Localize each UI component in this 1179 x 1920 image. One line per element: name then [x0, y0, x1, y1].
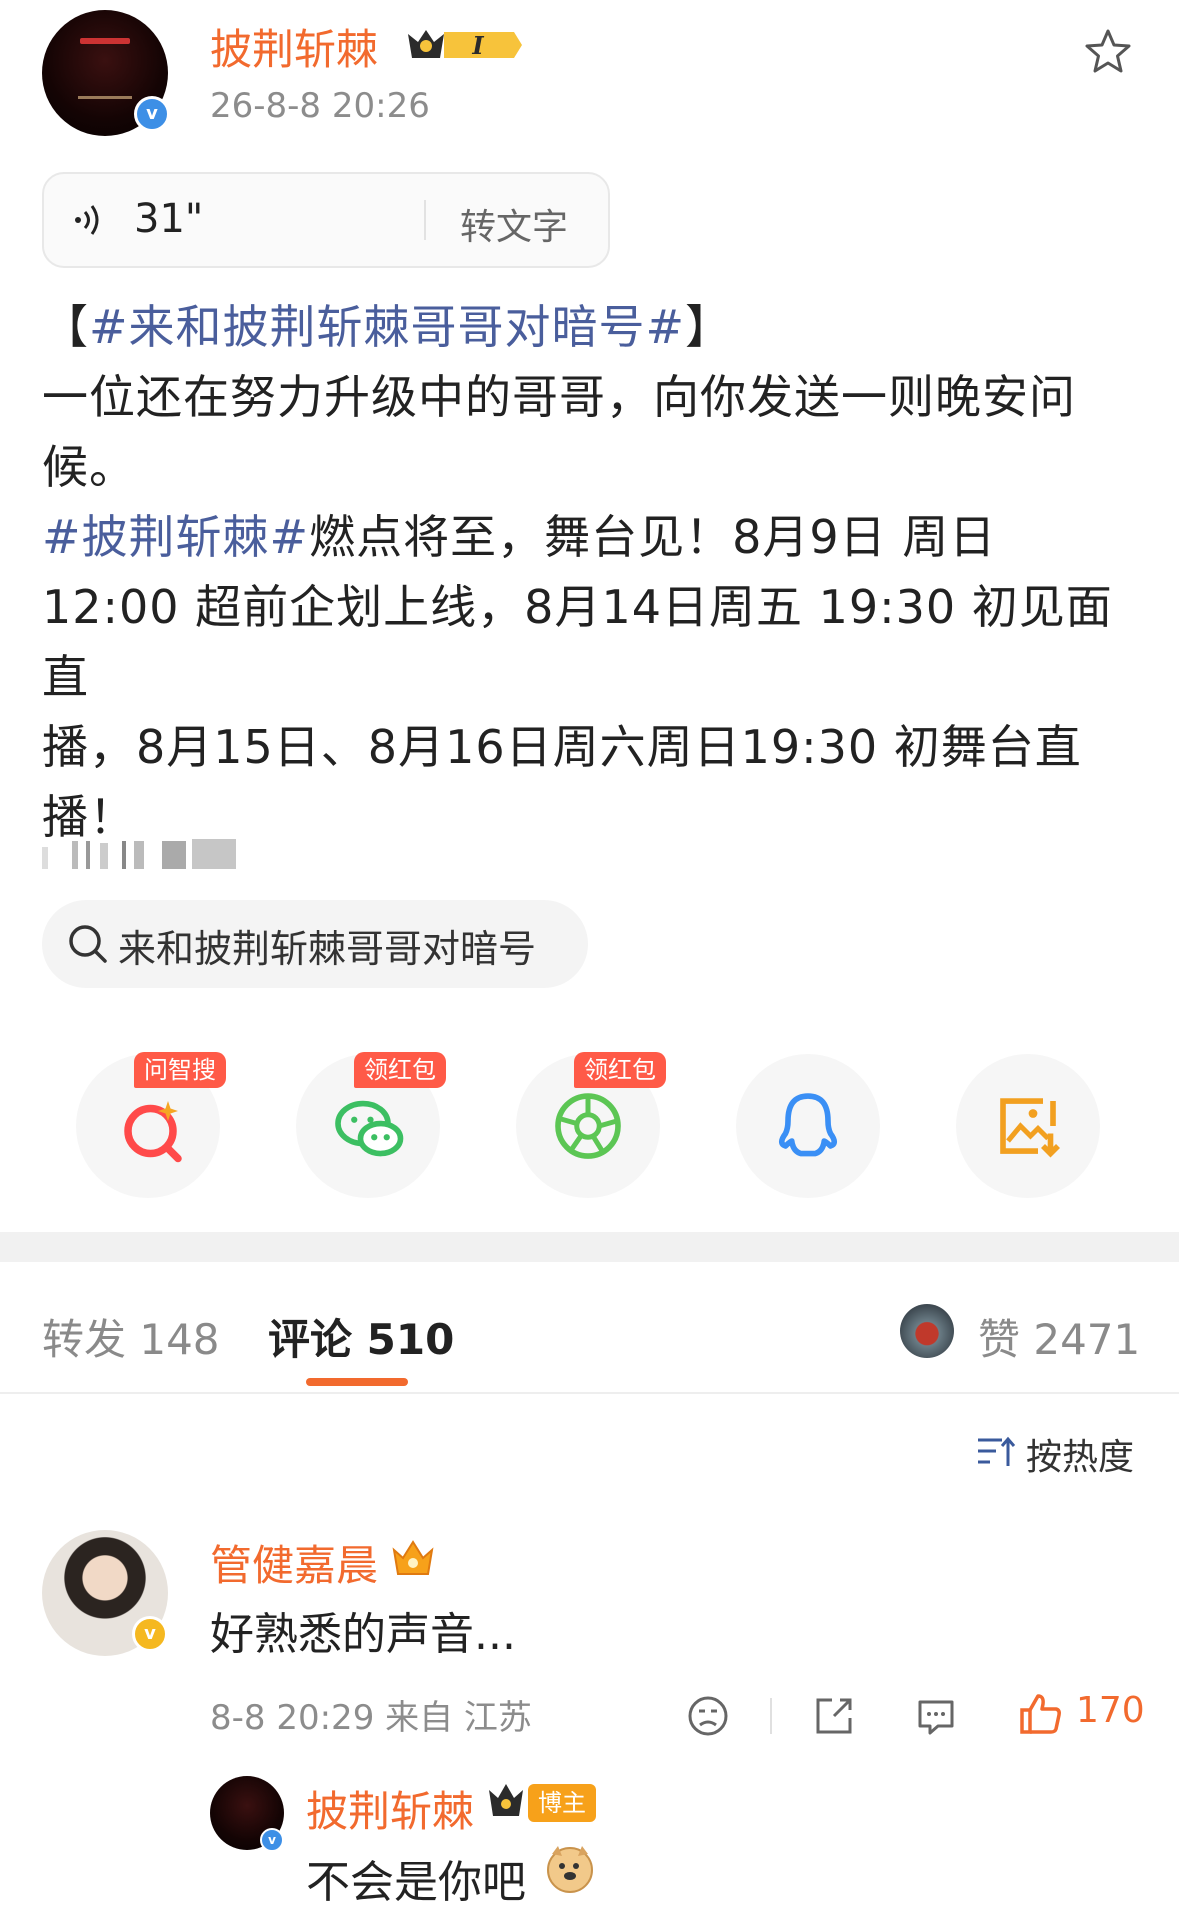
vip-crown-icon [392, 1540, 434, 1575]
reply-text: 不会是你吧 [306, 1857, 526, 1908]
avatar-logo-line [78, 96, 132, 99]
tabs-divider [0, 1392, 1179, 1394]
reply-verified-icon: v [260, 1828, 284, 1852]
verified-icon: v [134, 96, 170, 132]
share-promo-tag: 领红包 [354, 1052, 446, 1088]
moments-icon [555, 1093, 621, 1159]
post-line: #披荆斩棘#燃点将至，舞台见！8月9日 周日 [42, 502, 1142, 572]
post-text-segment: 燃点将至，舞台见！8月9日 周日 [309, 510, 997, 564]
post-text-segment: 候。 [42, 440, 136, 494]
share-promo-tag: 领红包 [574, 1052, 666, 1088]
tab-likes[interactable]: 赞 2471 [978, 1306, 1140, 1367]
convert-to-text-button[interactable]: 转文字 [460, 198, 568, 250]
post-timestamp: 26-8-8 20:26 [210, 86, 430, 126]
topic-chip-label[interactable]: 来和披荆斩棘哥哥对暗号 [118, 918, 536, 973]
post-line: 一位还在努力升级中的哥哥，向你发送一则晚安问 [42, 362, 1142, 432]
qq-icon [778, 1093, 838, 1157]
post-line: 播，8月15日、8月16日周六周日19:30 初舞台直 [42, 712, 1142, 782]
verified-yellow-icon: v [132, 1616, 168, 1652]
svg-text:I: I [471, 31, 484, 60]
post-text-segment: 一位还在努力升级中的哥哥，向你发送一则晚安问 [42, 370, 1076, 424]
blogger-badge: 博主 [528, 1784, 596, 1822]
sort-by-hot-button[interactable]: 按热度 [1026, 1428, 1134, 1480]
comment-icon[interactable] [914, 1694, 958, 1738]
post-text-segment: 播，8月15日、8月16日周六周日19:30 初舞台直 [42, 720, 1082, 774]
dislike-face-icon[interactable] [686, 1694, 730, 1738]
post-text-segment: 】 [685, 300, 733, 354]
search-icon [69, 925, 107, 963]
comment-text: 好熟悉的声音... [210, 1609, 516, 1660]
tab-comments[interactable]: 评论 510 [268, 1306, 454, 1367]
post-text-segment: 12:00 超前企划上线，8月14日周五 19:30 初见面直 [42, 580, 1113, 704]
like-thumb-icon[interactable] [1016, 1690, 1064, 1738]
obscured-text [42, 839, 236, 869]
comment-meta: 8-8 20:29 来自 江苏 [210, 1698, 532, 1738]
save-image-icon [1000, 1098, 1060, 1158]
post-line: 候。 [42, 432, 1142, 502]
voice-duration: 31" [134, 196, 204, 242]
favorite-star-icon[interactable] [1082, 26, 1134, 78]
commenter-name[interactable]: 管健嘉晨 [210, 1532, 378, 1593]
voice-separator [424, 200, 426, 240]
post-body: 【#来和披荆斩棘哥哥对暗号#】一位还在努力升级中的哥哥，向你发送一则晚安问 候。 #… [42, 292, 1142, 852]
share-promo-tag: 问智搜 [134, 1052, 226, 1088]
crown-level-badge[interactable]: I [404, 24, 522, 66]
hashtag-link[interactable]: #披荆斩棘# [42, 510, 309, 564]
avatar-logo-bar [80, 38, 130, 44]
sort-icon[interactable] [976, 1434, 1016, 1470]
post-line: 12:00 超前企划上线，8月14日周五 19:30 初见面直 [42, 572, 1142, 712]
meta-separator [770, 1698, 772, 1734]
post-text-segment: 【 [42, 300, 89, 354]
active-tab-indicator [306, 1378, 408, 1386]
reply-crown-icon [489, 1784, 523, 1816]
wechat-icon [335, 1100, 404, 1157]
reply-author-name[interactable]: 披荆斩棘 [306, 1778, 474, 1839]
doge-emoji-icon [547, 1846, 593, 1893]
comment-like-count: 170 [1076, 1690, 1145, 1731]
share-qq-button[interactable] [736, 1054, 880, 1198]
share-icon[interactable] [812, 1694, 856, 1738]
smart-search-icon [124, 1101, 182, 1163]
author-name[interactable]: 披荆斩棘 [210, 16, 378, 77]
share-save-image-button[interactable] [956, 1054, 1100, 1198]
liker-avatar [900, 1304, 954, 1358]
hashtag-link[interactable]: #来和披荆斩棘哥哥对暗号# [89, 300, 685, 354]
tab-repost[interactable]: 转发 148 [42, 1306, 220, 1367]
voice-wave-icon[interactable] [70, 200, 110, 240]
section-divider [0, 1232, 1179, 1262]
post-line: 【#来和披荆斩棘哥哥对暗号#】 [42, 292, 1142, 362]
